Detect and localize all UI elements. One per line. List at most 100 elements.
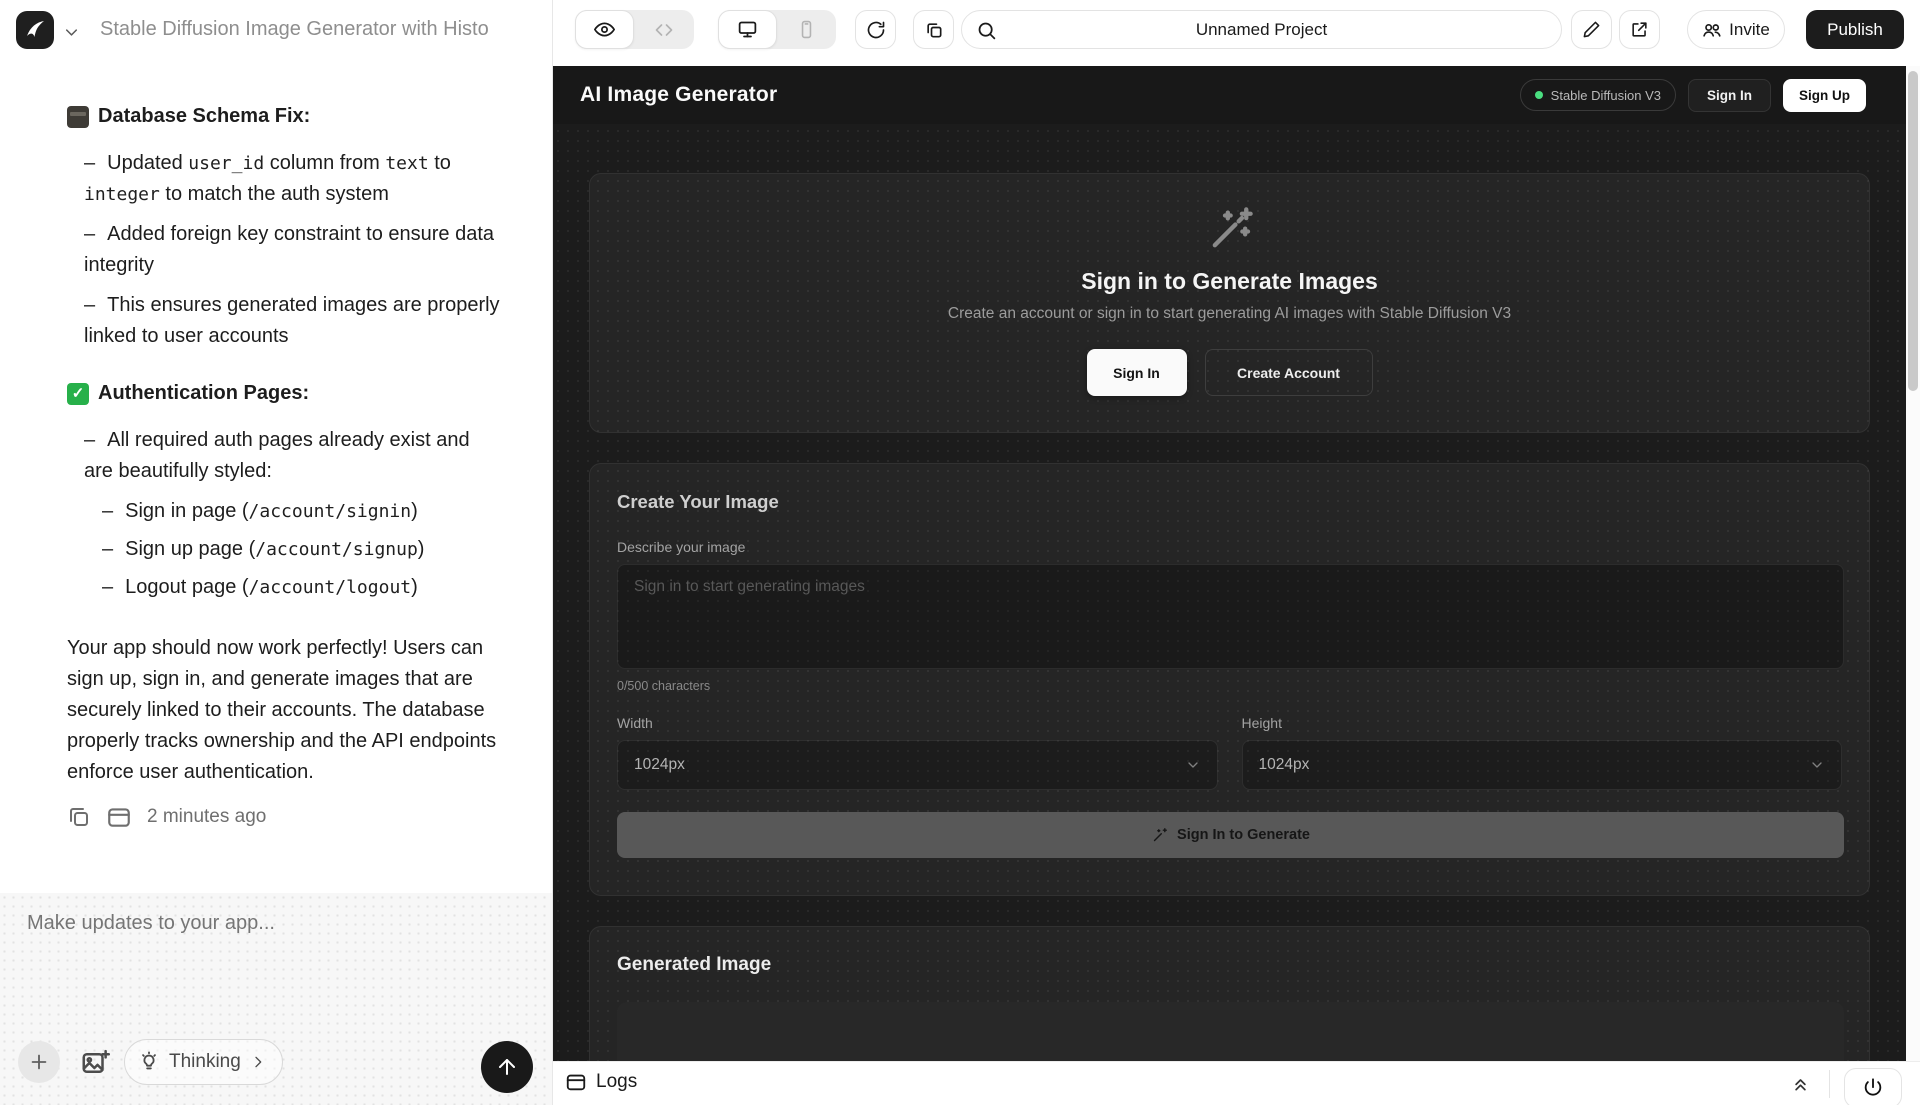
add-image-button[interactable] bbox=[80, 1048, 110, 1078]
external-link-icon bbox=[1630, 20, 1649, 39]
power-icon bbox=[1862, 1077, 1884, 1099]
plus-icon bbox=[28, 1051, 50, 1073]
copy-message-icon[interactable] bbox=[67, 805, 91, 829]
hero-actions: Sign In Create Account bbox=[1087, 349, 1373, 396]
preview-app-header: AI Image Generator Stable Diffusion V3 S… bbox=[553, 66, 1906, 124]
code-icon bbox=[654, 20, 674, 40]
device-toggle bbox=[718, 10, 836, 49]
chat-paragraph: Your app should now work perfectly! User… bbox=[67, 633, 502, 788]
text-run: ) bbox=[411, 576, 418, 598]
logs-divider bbox=[1829, 1070, 1830, 1098]
add-attachment-button[interactable] bbox=[18, 1041, 60, 1083]
chevron-down-icon[interactable] bbox=[62, 23, 81, 42]
mobile-toggle[interactable] bbox=[777, 10, 836, 49]
create-image-heading: Create Your Image bbox=[617, 491, 1842, 513]
header-sign-in-button[interactable]: Sign In bbox=[1688, 79, 1771, 112]
app-window: Stable Diffusion Image Generator with Hi… bbox=[0, 0, 1920, 1105]
message-timestamp: 2 minutes ago bbox=[147, 806, 266, 828]
desktop-toggle[interactable] bbox=[718, 10, 777, 49]
project-search-bar[interactable]: Unnamed Project bbox=[961, 10, 1562, 49]
refresh-button[interactable] bbox=[855, 10, 896, 49]
text-run: ) bbox=[418, 538, 425, 560]
chevrons-up-icon bbox=[1790, 1073, 1811, 1094]
hero-sign-in-button[interactable]: Sign In bbox=[1087, 349, 1187, 396]
magic-wand-icon bbox=[1151, 827, 1168, 844]
app-preview: AI Image Generator Stable Diffusion V3 S… bbox=[553, 66, 1906, 1061]
inline-code: user_id bbox=[188, 153, 264, 174]
publish-button[interactable]: Publish bbox=[1806, 10, 1904, 49]
duplicate-button[interactable] bbox=[913, 10, 954, 49]
power-button[interactable] bbox=[1844, 1068, 1902, 1105]
restore-version-icon[interactable] bbox=[106, 804, 132, 830]
message-footer: 2 minutes ago bbox=[67, 804, 552, 830]
preview-eye-toggle[interactable] bbox=[575, 10, 634, 49]
generated-image-placeholder bbox=[617, 1002, 1844, 1061]
rename-button[interactable] bbox=[1571, 10, 1612, 49]
bullet-dash: – bbox=[102, 538, 113, 560]
text-run: Logout page ( bbox=[125, 576, 248, 598]
height-select[interactable]: 1024px bbox=[1242, 740, 1843, 790]
logs-bar[interactable]: Logs bbox=[553, 1061, 1920, 1105]
view-mode-toggle bbox=[575, 10, 694, 49]
thinking-mode-selector[interactable]: Thinking bbox=[124, 1039, 283, 1085]
text-run: Sign in page ( bbox=[125, 500, 248, 522]
text-run: to bbox=[429, 152, 451, 174]
prompt-textarea[interactable]: Sign in to start generating images bbox=[617, 564, 1844, 669]
app-logo[interactable] bbox=[16, 11, 54, 49]
phone-icon bbox=[797, 20, 816, 39]
lightbulb-icon bbox=[138, 1051, 160, 1073]
sign-in-hero-card: Sign in to Generate Images Create an acc… bbox=[589, 173, 1870, 433]
top-bar: Stable Diffusion Image Generator with Hi… bbox=[0, 0, 1920, 66]
height-label: Height bbox=[1242, 715, 1843, 731]
logs-panel-icon bbox=[565, 1071, 587, 1093]
db-emoji-icon bbox=[67, 106, 89, 128]
chat-list-item: –All required auth pages already exist a… bbox=[84, 425, 502, 487]
inline-code: integer bbox=[84, 184, 160, 205]
generate-label: Sign In to Generate bbox=[1177, 827, 1310, 843]
panel-divider bbox=[552, 0, 553, 1105]
text-run: column from bbox=[264, 152, 385, 174]
invite-button[interactable]: Invite bbox=[1687, 10, 1785, 49]
open-external-button[interactable] bbox=[1619, 10, 1660, 49]
chat-panel: understands Database Schema Fix: –Updated … bbox=[0, 66, 552, 893]
status-dot bbox=[1535, 91, 1543, 99]
text-run: All required auth pages already exist an… bbox=[84, 429, 470, 482]
composer-input[interactable] bbox=[25, 911, 505, 936]
bullet-dash: – bbox=[84, 223, 95, 245]
publish-label: Publish bbox=[1827, 20, 1883, 40]
project-name: Unnamed Project bbox=[962, 20, 1561, 40]
logs-toggle[interactable]: Logs bbox=[565, 1071, 637, 1093]
eye-icon bbox=[594, 19, 615, 40]
chat-list-item: –Logout page (/account/logout) bbox=[102, 572, 502, 603]
chat-heading-text: Authentication Pages: bbox=[98, 378, 309, 409]
hero-create-account-button[interactable]: Create Account bbox=[1205, 349, 1373, 396]
code-view-toggle[interactable] bbox=[634, 10, 693, 49]
char-counter: 0/500 characters bbox=[617, 679, 1842, 693]
expand-logs-button[interactable] bbox=[1790, 1073, 1811, 1094]
inline-code: /account/signup bbox=[255, 539, 418, 560]
clipped-previous-line: understands bbox=[84, 66, 502, 75]
chat-list-item: –Updated user_id column from text to int… bbox=[84, 148, 502, 210]
header-sign-up-button[interactable]: Sign Up bbox=[1783, 79, 1866, 112]
magic-wand-icon bbox=[1204, 204, 1256, 256]
width-select[interactable]: 1024px bbox=[617, 740, 1218, 790]
model-badge: Stable Diffusion V3 bbox=[1520, 79, 1676, 111]
preview-content: Sign in to Generate Images Create an acc… bbox=[589, 124, 1870, 1061]
send-button[interactable] bbox=[481, 1041, 533, 1093]
preview-scrollbar-thumb[interactable] bbox=[1908, 71, 1918, 391]
bullet-dash: – bbox=[84, 429, 95, 451]
text-run: Sign up page ( bbox=[125, 538, 255, 560]
generate-button[interactable]: Sign In to Generate bbox=[617, 812, 1844, 858]
text-run: Your app should now work perfectly! User… bbox=[67, 637, 496, 783]
header-sign-up-label: Sign Up bbox=[1799, 88, 1850, 103]
preview-app-title: AI Image Generator bbox=[580, 83, 777, 107]
describe-label: Describe your image bbox=[617, 539, 1842, 555]
width-value: 1024px bbox=[634, 756, 685, 774]
preview-scrollbar-track[interactable] bbox=[1906, 66, 1920, 1061]
logo-swoosh-icon bbox=[23, 18, 47, 42]
generated-image-heading: Generated Image bbox=[617, 954, 1842, 976]
chat-heading: Database Schema Fix: bbox=[67, 101, 502, 132]
text-run: ) bbox=[411, 500, 418, 522]
bullet-dash: – bbox=[102, 500, 113, 522]
inline-code: text bbox=[385, 153, 428, 174]
